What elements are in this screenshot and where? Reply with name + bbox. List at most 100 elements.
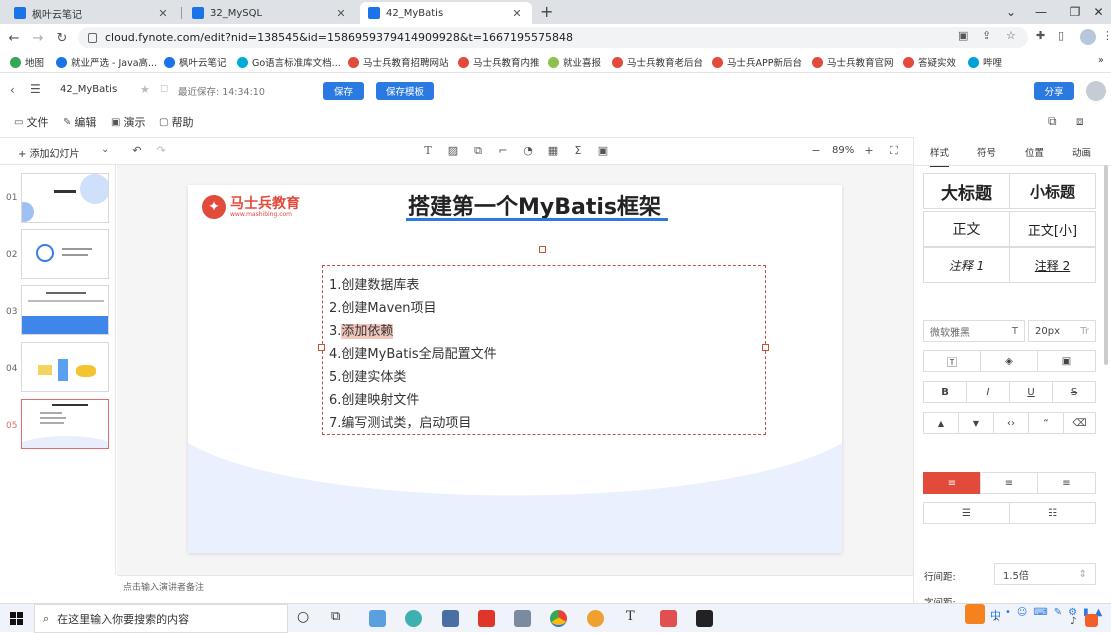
resize-handle-left[interactable]	[318, 344, 325, 351]
quote-icon[interactable]: “	[1028, 412, 1064, 434]
zoom-in-icon[interactable]: +	[861, 144, 877, 157]
install-icon[interactable]: ▣	[958, 29, 968, 42]
bookmark-item[interactable]: 就业喜报	[548, 55, 601, 69]
forward-icon[interactable]: →	[28, 28, 48, 48]
strikethrough-icon[interactable]: S	[1052, 381, 1096, 403]
font-size-select[interactable]: 20px Tr	[1028, 320, 1096, 342]
subscript-icon[interactable]: ▼	[958, 412, 994, 434]
app-icon[interactable]	[478, 610, 495, 627]
highlight-icon[interactable]: ▣	[1037, 350, 1096, 372]
resize-handle-right[interactable]	[762, 344, 769, 351]
tray-chevron-icon[interactable]: ^	[992, 617, 1000, 628]
unordered-list-icon[interactable]: ☰	[923, 502, 1010, 524]
bookmark-item[interactable]: 就业严选 - Java高...	[56, 55, 157, 69]
app-icon[interactable]	[587, 610, 604, 627]
tab-mybatis[interactable]: 42_MyBatis ✕	[360, 2, 532, 24]
menu-file[interactable]: ▭ 文件	[14, 114, 48, 130]
tab-mysql[interactable]: 32_MySQL ✕	[184, 2, 356, 24]
calculator-icon[interactable]	[442, 610, 459, 627]
bookmark-item[interactable]: 马士兵教育招聘网站	[348, 55, 449, 69]
sogou-ime-icon[interactable]	[965, 604, 985, 624]
user-avatar[interactable]	[1086, 81, 1106, 101]
style-heading-small[interactable]: 小标题	[1009, 173, 1096, 209]
bookmark-item[interactable]: 答疑实效	[903, 55, 956, 69]
slide[interactable]: ✦ 马士兵教育 www.mashibing.com 搭建第一个MyBatis框架…	[188, 185, 842, 553]
tab-animation[interactable]: 动画	[1072, 145, 1091, 159]
sidebar-icon[interactable]: ▯	[1058, 29, 1064, 42]
zoom-out-icon[interactable]: −	[808, 144, 824, 157]
chrome-icon[interactable]	[550, 610, 567, 627]
new-tab-button[interactable]: +	[540, 2, 553, 21]
panel-scrollbar[interactable]	[1104, 165, 1108, 365]
image-tool-icon[interactable]: ▨	[445, 144, 461, 157]
underline-icon[interactable]: U	[1009, 381, 1053, 403]
bookmark-item[interactable]: 马士兵教育官网	[812, 55, 894, 69]
favorite-star-icon[interactable]: ★	[140, 83, 150, 96]
ordered-list-icon[interactable]: ☷	[1009, 502, 1096, 524]
superscript-icon[interactable]: ▲	[923, 412, 959, 434]
table-tool-icon[interactable]: ▦	[545, 144, 561, 157]
app-icon[interactable]	[405, 610, 422, 627]
chevron-down-icon[interactable]: ⌄	[101, 144, 109, 155]
text-tool-icon[interactable]: T	[420, 144, 436, 157]
presenter-icon[interactable]: ⧉	[1048, 114, 1057, 129]
bookmark-item[interactable]: 枫叶云笔记	[164, 55, 227, 69]
bookmark-item[interactable]: Go语言标准库文档...	[237, 55, 341, 69]
bookmark-item[interactable]: 哔哩	[968, 55, 1002, 69]
share-button[interactable]: 分享	[1034, 82, 1074, 100]
back-chevron-icon[interactable]: ‹	[10, 83, 15, 97]
menu-dots-icon[interactable]: ⋮	[1102, 29, 1111, 42]
align-center-icon[interactable]: ≡	[980, 472, 1038, 494]
close-window-icon[interactable]: ✕	[1086, 0, 1111, 24]
app-icon[interactable]	[660, 610, 677, 627]
selected-text-box[interactable]: 1.创建数据库表 2.创建Maven项目 3.添加依赖 4.创建MyBatis全…	[318, 265, 769, 435]
tab-fynote[interactable]: 枫叶云笔记 ✕	[6, 2, 178, 24]
url-input[interactable]: cloud.fynote.com/edit?nid=138545&id=1586…	[78, 27, 1028, 48]
menu-present[interactable]: ▣ 演示	[111, 114, 145, 130]
save-template-button[interactable]: 保存模板	[376, 82, 434, 100]
align-left-icon[interactable]: ≡	[923, 472, 981, 494]
reload-icon[interactable]: ↻	[52, 28, 72, 48]
taskbar-search-input[interactable]: ⌕ 在这里输入你要搜索的内容	[34, 604, 288, 633]
menu-help[interactable]: ▢ 帮助	[159, 114, 193, 130]
italic-icon[interactable]: I	[966, 381, 1010, 403]
more-bookmarks-icon[interactable]: »	[1098, 55, 1104, 66]
document-title[interactable]: 42_MyBatis	[60, 84, 117, 95]
code-icon[interactable]: ‹›	[993, 412, 1029, 434]
windows-start-icon[interactable]	[10, 612, 23, 625]
zoom-level[interactable]: 89%	[832, 145, 854, 156]
slide-thumbnail[interactable]	[21, 285, 109, 335]
slide-thumbnail[interactable]	[21, 229, 109, 279]
formula-tool-icon[interactable]: Σ	[570, 144, 586, 157]
app-icon[interactable]	[514, 610, 531, 627]
tag-icon[interactable]: ◻	[160, 83, 168, 94]
profile-avatar[interactable]	[1080, 29, 1096, 45]
undo-icon[interactable]: ↶	[129, 144, 145, 157]
align-right-icon[interactable]: ≡	[1037, 472, 1096, 494]
redo-icon[interactable]: ↷	[153, 144, 169, 157]
fullscreen-icon[interactable]: ⛶	[886, 144, 902, 158]
slide-thumbnail[interactable]	[21, 173, 109, 223]
fill-color-icon[interactable]: ◈	[980, 350, 1038, 372]
remote-desktop-icon[interactable]	[369, 610, 386, 627]
save-button[interactable]: 保存	[323, 82, 364, 100]
add-slide-button[interactable]: + 添加幻灯片	[18, 145, 80, 160]
bookmark-item[interactable]: 马士兵APP新后台	[712, 55, 802, 69]
tray-app-icon[interactable]	[1085, 614, 1098, 627]
back-icon[interactable]: ←	[4, 28, 24, 48]
tab-position[interactable]: 位置	[1025, 145, 1044, 159]
slide-thumbnail[interactable]	[21, 342, 109, 392]
slide-thumbnail-selected[interactable]	[21, 399, 109, 449]
speaker-notes-field[interactable]: 点击输入演讲者备注	[117, 575, 913, 599]
tab-style[interactable]: 样式	[930, 145, 950, 167]
text-color-icon[interactable]: 🅃	[923, 350, 981, 372]
rotate-handle[interactable]	[539, 246, 546, 253]
minimize-icon[interactable]: —	[1024, 0, 1058, 24]
extensions-icon[interactable]: ✚	[1036, 29, 1045, 42]
bookmark-item[interactable]: 马士兵教育老后台	[612, 55, 703, 69]
bookmark-item[interactable]: 地图	[10, 55, 44, 69]
media-tool-icon[interactable]: ▣	[595, 144, 611, 157]
close-icon[interactable]: ✕	[334, 7, 348, 20]
close-icon[interactable]: ✕	[510, 7, 524, 20]
menu-edit[interactable]: ✎ 编辑	[63, 114, 96, 130]
